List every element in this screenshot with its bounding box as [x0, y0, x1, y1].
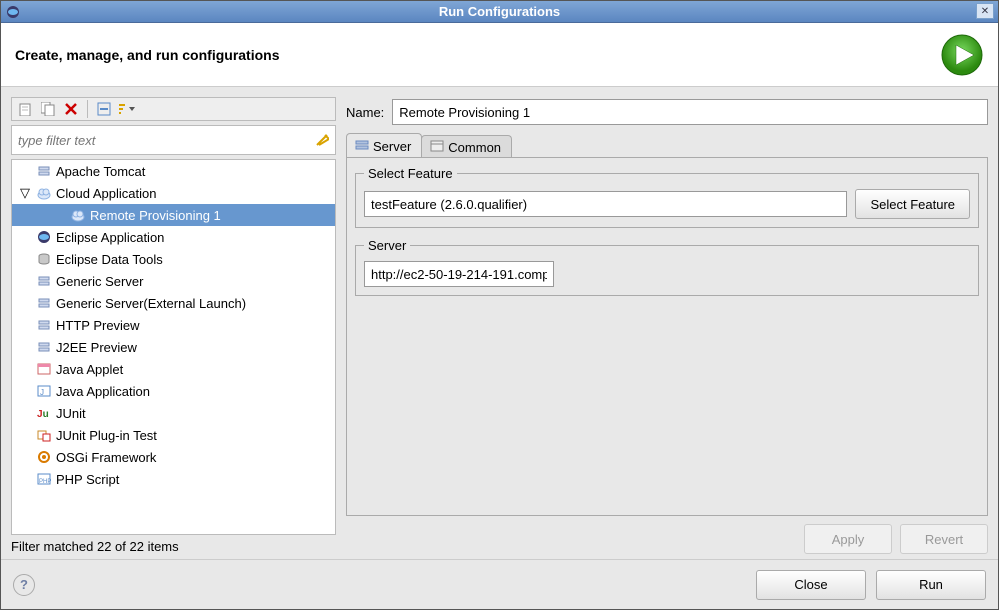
group-select-feature: Select Feature Select Feature — [355, 166, 979, 228]
cloud-icon — [70, 207, 86, 223]
server-tab-icon — [355, 138, 369, 155]
window-title: Run Configurations — [439, 4, 560, 19]
run-button[interactable]: Run — [876, 570, 986, 600]
delete-icon[interactable] — [62, 100, 80, 118]
applet-icon — [36, 361, 52, 377]
filter-status: Filter matched 22 of 22 items — [11, 539, 336, 554]
junit-plugin-icon — [36, 427, 52, 443]
tree-item-label: OSGi Framework — [56, 450, 156, 465]
tree-item-label: PHP Script — [56, 472, 119, 487]
config-tree[interactable]: Apache Tomcat ▽ Cloud Application Remote Pr… — [11, 159, 336, 535]
tree-item-label: JUnit — [56, 406, 86, 421]
tree-item[interactable]: Generic Server(External Launch) — [12, 292, 335, 314]
tree-item[interactable]: Generic Server — [12, 270, 335, 292]
tree-item[interactable]: ▽ Cloud Application — [12, 182, 335, 204]
server-icon — [36, 295, 52, 311]
tree-item[interactable]: J Java Application — [12, 380, 335, 402]
tree-item[interactable]: Java Applet — [12, 358, 335, 380]
tree-item-label: Eclipse Data Tools — [56, 252, 163, 267]
name-input[interactable] — [392, 99, 988, 125]
help-icon[interactable]: ? — [13, 574, 35, 596]
tree-item[interactable]: PHP PHP Script — [12, 468, 335, 490]
filter-menu-icon[interactable] — [118, 100, 136, 118]
title-bar[interactable]: Run Configurations ✕ — [1, 1, 998, 23]
eclipse-icon — [36, 229, 52, 245]
new-config-icon[interactable] — [16, 100, 34, 118]
tab-server-label: Server — [373, 139, 411, 154]
tree-item-label: Eclipse Application — [56, 230, 164, 245]
feature-input[interactable] — [364, 191, 847, 217]
junit-icon: Ju — [36, 405, 52, 421]
group-feature-legend: Select Feature — [364, 166, 457, 181]
tree-item-label: JUnit Plug-in Test — [56, 428, 157, 443]
server-icon — [36, 317, 52, 333]
tree-item-label: Java Applet — [56, 362, 123, 377]
group-server: Server — [355, 238, 979, 296]
server-url-input[interactable] — [364, 261, 554, 287]
tree-item[interactable]: HTTP Preview — [12, 314, 335, 336]
tree-item-label: Apache Tomcat — [56, 164, 145, 179]
tab-strip: Server Common — [346, 133, 988, 157]
tree-item-label: Generic Server — [56, 274, 143, 289]
tab-content-server: Select Feature Select Feature Server — [346, 157, 988, 516]
tree-item[interactable]: OSGi Framework — [12, 446, 335, 468]
tree-item-label: Generic Server(External Launch) — [56, 296, 246, 311]
left-pane: Apache Tomcat ▽ Cloud Application Remote Pr… — [11, 97, 336, 554]
revert-button[interactable]: Revert — [900, 524, 988, 554]
tree-item[interactable]: Eclipse Data Tools — [12, 248, 335, 270]
server-icon — [36, 339, 52, 355]
svg-text:Ju: Ju — [37, 409, 49, 420]
eclipse-title-icon — [5, 4, 21, 20]
filter-input[interactable] — [12, 126, 307, 154]
close-button[interactable]: Close — [756, 570, 866, 600]
footer: ? Close Run — [1, 559, 998, 609]
tree-item[interactable]: J2EE Preview — [12, 336, 335, 358]
cloud-icon — [36, 185, 52, 201]
tree-item[interactable]: JUnit Plug-in Test — [12, 424, 335, 446]
svg-text:PHP: PHP — [39, 479, 51, 485]
name-label: Name: — [346, 105, 384, 120]
close-window-button[interactable]: ✕ — [976, 3, 994, 19]
dialog-window: Run Configurations ✕ Create, manage, and… — [0, 0, 999, 610]
tree-item[interactable]: Remote Provisioning 1 — [12, 204, 335, 226]
clear-filter-icon[interactable] — [313, 131, 331, 149]
php-icon: PHP — [36, 471, 52, 487]
tree-item[interactable]: Apache Tomcat — [12, 160, 335, 182]
server-icon — [36, 273, 52, 289]
common-tab-icon — [430, 139, 444, 156]
svg-text:J: J — [40, 388, 44, 397]
tab-server[interactable]: Server — [346, 133, 422, 157]
tab-common[interactable]: Common — [421, 135, 512, 157]
config-toolbar — [11, 97, 336, 121]
apply-button[interactable]: Apply — [804, 524, 892, 554]
group-server-legend: Server — [364, 238, 410, 253]
tree-item-label: HTTP Preview — [56, 318, 140, 333]
collapse-all-icon[interactable] — [95, 100, 113, 118]
tree-item-label: Cloud Application — [56, 186, 156, 201]
tree-item[interactable]: Eclipse Application — [12, 226, 335, 248]
run-play-icon — [940, 33, 984, 77]
tree-item-label: Java Application — [56, 384, 150, 399]
filter-box — [11, 125, 336, 155]
tree-item[interactable]: Ju JUnit — [12, 402, 335, 424]
select-feature-button[interactable]: Select Feature — [855, 189, 970, 219]
db-icon — [36, 251, 52, 267]
tab-common-label: Common — [448, 140, 501, 155]
duplicate-icon[interactable] — [39, 100, 57, 118]
right-pane: Name: Server Common — [346, 97, 988, 554]
java-app-icon: J — [36, 383, 52, 399]
tree-item-label: J2EE Preview — [56, 340, 137, 355]
header-area: Create, manage, and run configurations — [1, 23, 998, 87]
tree-item-label: Remote Provisioning 1 — [90, 208, 221, 223]
twisty-icon[interactable]: ▽ — [18, 185, 32, 201]
osgi-icon — [36, 449, 52, 465]
header-description: Create, manage, and run configurations — [15, 47, 280, 63]
server-icon — [36, 163, 52, 179]
